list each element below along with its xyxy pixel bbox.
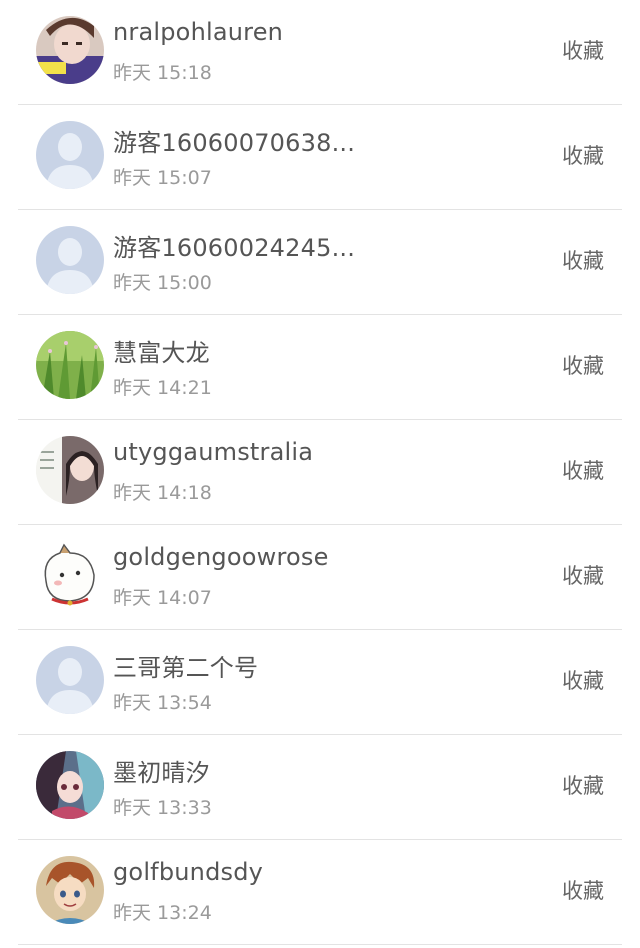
photo-girl-avatar[interactable] [36,436,104,504]
list-item[interactable]: 游客16060070638... 昨天 15:07 收藏 [0,105,640,210]
user-name: goldgengoowrose [113,543,329,571]
collect-button[interactable]: 收藏 [562,350,604,380]
list-item[interactable]: goldgengoowrose 昨天 14:07 收藏 [0,525,640,630]
default-avatar[interactable] [36,226,104,294]
timestamp: 昨天 14:21 [113,377,212,399]
message-list: nralpohlauren 昨天 15:18 收藏 游客16060070638.… [0,0,640,948]
divider [18,944,622,945]
list-item[interactable]: 墨初晴汐 昨天 13:33 收藏 [0,735,640,840]
user-name: utyggaumstralia [113,438,314,466]
default-avatar[interactable] [36,121,104,189]
grass-photo-avatar[interactable] [36,331,104,399]
timestamp: 昨天 13:33 [113,797,212,819]
collect-button[interactable]: 收藏 [562,140,604,170]
list-item[interactable]: golfbundsdy 昨天 13:24 收藏 [0,840,640,945]
user-name: 慧富大龙 [113,339,210,367]
timestamp: 昨天 13:24 [113,902,212,924]
user-name: golfbundsdy [113,858,264,886]
default-avatar[interactable] [36,646,104,714]
timestamp: 昨天 13:54 [113,692,212,714]
list-item[interactable]: utyggaumstralia 昨天 14:18 收藏 [0,420,640,525]
anime-girl-avatar[interactable] [36,751,104,819]
user-name: 三哥第二个号 [113,654,259,682]
list-item[interactable]: 三哥第二个号 昨天 13:54 收藏 [0,630,640,735]
cartoon-cat-avatar[interactable] [36,541,104,609]
timestamp: 昨天 15:00 [113,272,212,294]
timestamp: 昨天 15:07 [113,167,212,189]
user-name: 游客16060070638... [113,129,356,157]
user-name: nralpohlauren [113,18,284,46]
user-name: 游客16060024245... [113,234,356,262]
cartoon-boy-avatar[interactable] [36,856,104,924]
user-name: 墨初晴汐 [113,759,210,787]
timestamp: 昨天 14:07 [113,587,212,609]
timestamp: 昨天 15:18 [113,62,212,84]
collect-button[interactable]: 收藏 [562,875,604,905]
collect-button[interactable]: 收藏 [562,455,604,485]
photo-girl-avatar[interactable] [36,16,104,84]
list-item[interactable]: 慧富大龙 昨天 14:21 收藏 [0,315,640,420]
collect-button[interactable]: 收藏 [562,560,604,590]
list-item[interactable]: 游客16060024245... 昨天 15:00 收藏 [0,210,640,315]
collect-button[interactable]: 收藏 [562,770,604,800]
timestamp: 昨天 14:18 [113,482,212,504]
collect-button[interactable]: 收藏 [562,245,604,275]
list-item[interactable]: nralpohlauren 昨天 15:18 收藏 [0,0,640,105]
collect-button[interactable]: 收藏 [562,665,604,695]
collect-button[interactable]: 收藏 [562,35,604,65]
